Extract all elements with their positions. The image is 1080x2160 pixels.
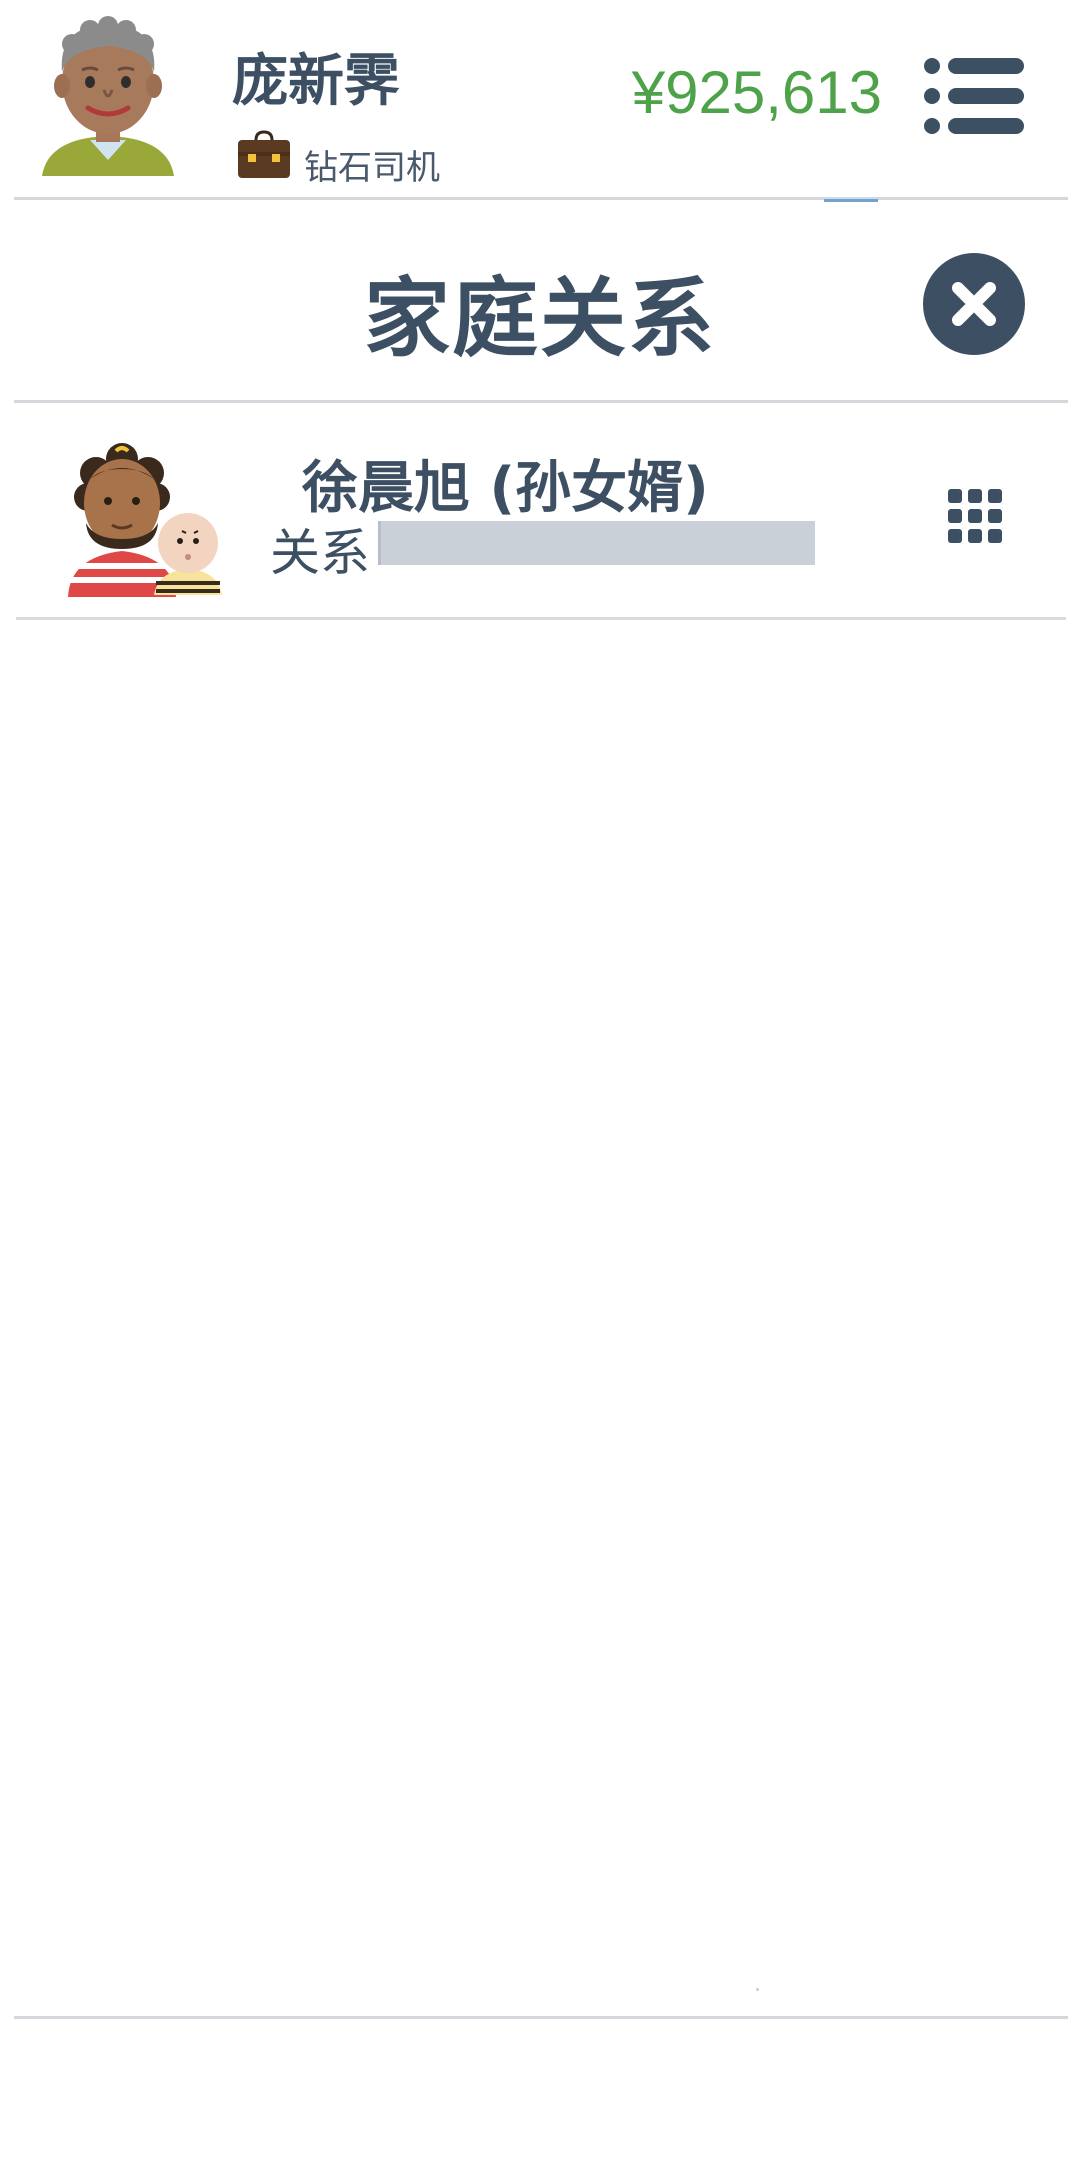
relation-list-item[interactable]: 徐晨旭 (孙女婿) 关系 (14, 403, 1068, 618)
close-icon[interactable] (922, 252, 1026, 356)
list-item-divider (16, 617, 1066, 620)
man-with-baby-avatar-icon (68, 443, 222, 597)
header-divider (14, 197, 1068, 200)
footer-divider (14, 2016, 1068, 2019)
relation-level-label: 关系 (270, 524, 370, 582)
page-title: 家庭关系 (364, 269, 716, 369)
balance-amount: ¥925,613 (631, 59, 882, 126)
relation-name: 徐晨旭 (孙女婿) (302, 456, 709, 521)
relation-level-bar (378, 521, 815, 565)
job-title: 钻石司机 (304, 148, 440, 188)
active-tab-indicator (824, 199, 878, 202)
decorative-dot (756, 1988, 759, 1991)
player-name: 庞新霁 (232, 49, 400, 114)
grid-icon[interactable] (946, 487, 1004, 545)
family-relations-screen: 庞新霁 钻石司机 ¥925,613 家庭关系 徐晨旭 (孙女婿) 关系 (0, 0, 1080, 2160)
elderly-man-avatar-icon[interactable] (38, 10, 178, 178)
player-header: 庞新霁 钻石司机 ¥925,613 (0, 0, 1080, 202)
list-menu-icon[interactable] (922, 56, 1026, 136)
briefcase-icon (238, 130, 290, 178)
